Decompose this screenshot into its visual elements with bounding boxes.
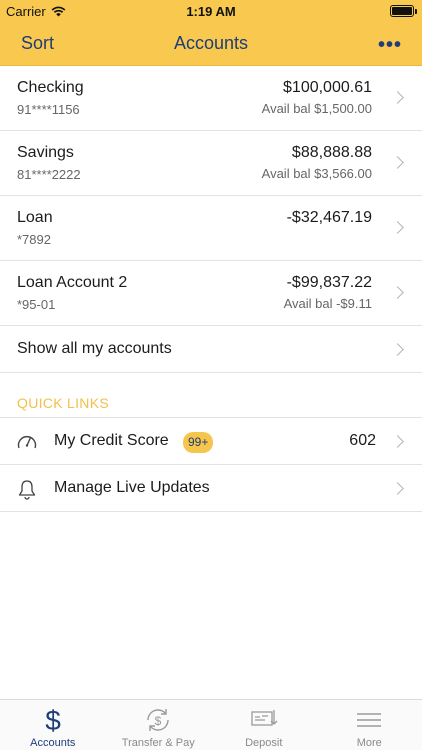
- check-deposit-icon: [251, 710, 278, 726]
- credit-score-value: 602: [349, 432, 376, 449]
- tab-label: Accounts: [30, 737, 76, 749]
- account-row-savings[interactable]: Savings 81****2222 $88,888.88 Avail bal …: [0, 131, 422, 196]
- quick-link-label: Manage Live Updates: [54, 479, 210, 496]
- tab-transfer-pay[interactable]: $ Transfer & Pay: [106, 700, 212, 750]
- tab-accounts[interactable]: $ Accounts: [0, 700, 106, 750]
- account-name: Checking: [17, 79, 84, 96]
- chevron-right-icon: [391, 286, 404, 299]
- account-number: 81****2222: [17, 167, 81, 182]
- account-balance: -$32,467.19: [286, 209, 372, 226]
- available-balance: Avail bal -$9.11: [283, 296, 372, 311]
- chevron-right-icon: [391, 435, 404, 448]
- menu-icon: [357, 713, 382, 727]
- status-bar: Carrier 1:19 AM: [0, 0, 422, 22]
- account-balance: $88,888.88: [291, 144, 372, 161]
- quick-links-title: QUICK LINKS: [17, 395, 109, 411]
- svg-text:$: $: [45, 706, 61, 734]
- available-balance: Avail bal $3,566.00: [261, 166, 372, 181]
- nav-bar: Sort Accounts •••: [0, 22, 422, 66]
- quick-links-list: My Credit Score 99+ 602 Manage Live Upda…: [0, 417, 422, 512]
- show-all-accounts-row[interactable]: Show all my accounts: [0, 326, 422, 373]
- account-row-loan[interactable]: Loan *7892 -$32,467.19: [0, 196, 422, 261]
- dollar-icon: $: [45, 706, 61, 734]
- account-balance: -$99,837.22: [286, 274, 372, 291]
- bell-icon: [18, 480, 36, 500]
- account-number: 91****1156: [17, 102, 80, 117]
- chevron-right-icon: [391, 156, 404, 169]
- account-row-loan-account-2[interactable]: Loan Account 2 *95-01 -$99,837.22 Avail …: [0, 261, 422, 326]
- account-name: Loan Account 2: [17, 274, 128, 291]
- show-all-accounts-label: Show all my accounts: [17, 340, 172, 357]
- more-options-icon[interactable]: •••: [378, 34, 402, 57]
- chevron-right-icon: [391, 343, 404, 356]
- accounts-list: Checking 91****1156 $100,000.61 Avail ba…: [0, 66, 422, 512]
- account-row-checking[interactable]: Checking 91****1156 $100,000.61 Avail ba…: [0, 66, 422, 131]
- page-title: Accounts: [173, 33, 249, 53]
- battery-icon: [390, 5, 417, 17]
- quick-link-label: My Credit Score: [54, 432, 169, 449]
- quick-link-manage-live-updates[interactable]: Manage Live Updates: [0, 465, 422, 512]
- tab-label: Transfer & Pay: [121, 737, 195, 749]
- notification-badge: 99+: [183, 432, 214, 453]
- account-balance: $100,000.61: [283, 79, 372, 96]
- svg-text:$: $: [155, 714, 162, 728]
- available-balance: Avail bal $1,500.00: [261, 101, 372, 116]
- tab-deposit[interactable]: Deposit: [211, 700, 317, 750]
- status-time: 1:19 AM: [186, 4, 236, 19]
- quick-link-credit-score[interactable]: My Credit Score 99+ 602: [0, 418, 422, 465]
- account-name: Loan: [17, 209, 53, 226]
- account-number: *95-01: [17, 297, 56, 312]
- chevron-right-icon: [391, 482, 404, 495]
- gauge-icon: [17, 435, 37, 449]
- account-name: Savings: [17, 144, 74, 161]
- tab-more[interactable]: More: [317, 700, 422, 750]
- tab-label: More: [356, 737, 382, 749]
- chevron-right-icon: [391, 221, 404, 234]
- transfer-icon: $: [147, 709, 169, 731]
- tab-label: Deposit: [245, 737, 283, 749]
- chevron-right-icon: [391, 91, 404, 104]
- tab-bar: $ Accounts $ Transfer & Pay Deposit More: [0, 699, 422, 750]
- account-number: *7892: [17, 232, 51, 247]
